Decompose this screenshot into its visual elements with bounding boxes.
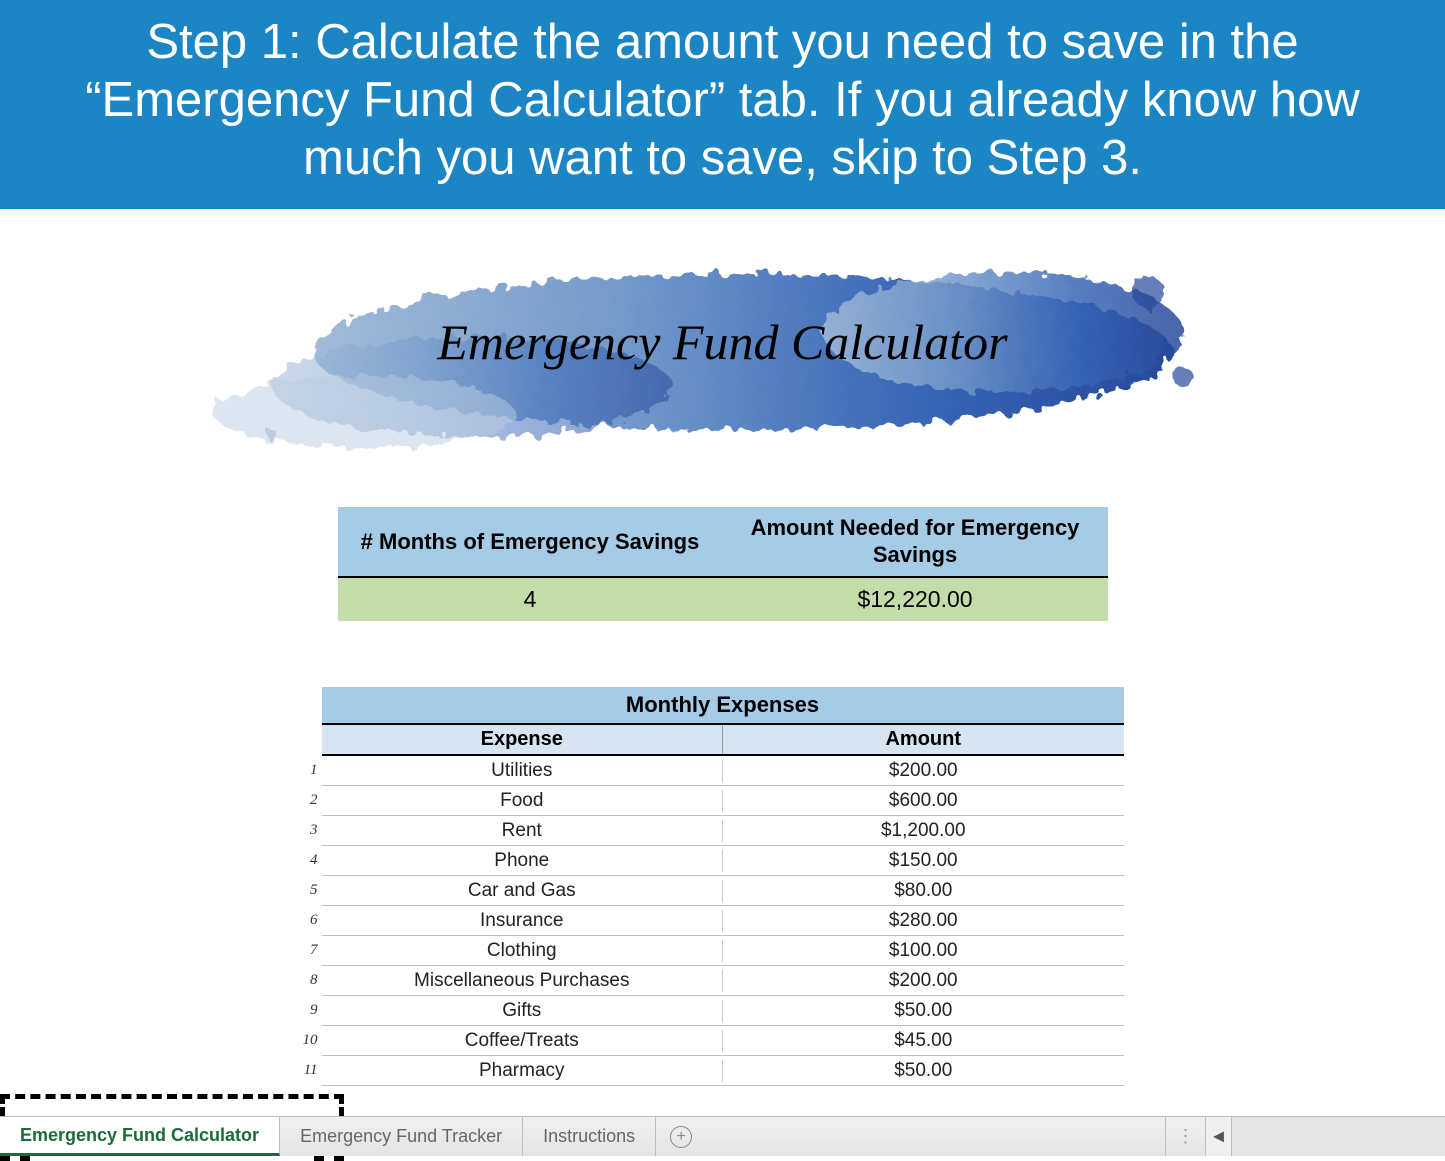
expense-name-cell[interactable]: Phone [322, 850, 724, 872]
row-number: 9 [290, 1002, 318, 1019]
expense-amount-cell[interactable]: $150.00 [723, 850, 1124, 872]
table-row[interactable]: 2Food$600.00 [322, 786, 1124, 816]
expense-amount-cell[interactable]: $600.00 [723, 790, 1124, 812]
table-row[interactable]: 9Gifts$50.00 [322, 996, 1124, 1026]
table-row[interactable]: 4Phone$150.00 [322, 846, 1124, 876]
scroll-track[interactable] [1232, 1117, 1445, 1156]
expenses-title: Monthly Expenses [322, 687, 1124, 725]
plus-icon: + [670, 1126, 692, 1148]
table-row[interactable]: 3Rent$1,200.00 [322, 816, 1124, 846]
table-row[interactable]: 7Clothing$100.00 [322, 936, 1124, 966]
expense-name-cell[interactable]: Miscellaneous Purchases [322, 970, 724, 992]
scroll-left-icon[interactable]: ◄ [1206, 1117, 1232, 1156]
summary-months-value[interactable]: 4 [338, 577, 723, 621]
expense-amount-cell[interactable]: $100.00 [723, 940, 1124, 962]
step-instruction-text: Step 1: Calculate the amount you need to… [85, 15, 1360, 185]
expenses-col-amount-header: Amount [723, 725, 1124, 754]
expense-name-cell[interactable]: Car and Gas [322, 880, 724, 902]
horizontal-scrollbar[interactable]: ◄ [1205, 1117, 1445, 1156]
summary-amount-value: $12,220.00 [723, 577, 1108, 621]
step-instruction-banner: Step 1: Calculate the amount you need to… [0, 0, 1445, 209]
monthly-expenses-table: Monthly Expenses Expense Amount 1Utiliti… [322, 687, 1124, 1086]
row-number: 3 [290, 822, 318, 839]
savings-summary-table: # Months of Emergency Savings Amount Nee… [338, 507, 1108, 621]
expense-name-cell[interactable]: Pharmacy [322, 1060, 724, 1082]
expenses-subheader: Expense Amount [322, 725, 1124, 756]
row-number: 11 [290, 1062, 318, 1079]
row-number: 6 [290, 912, 318, 929]
table-row[interactable]: 8Miscellaneous Purchases$200.00 [322, 966, 1124, 996]
row-number: 8 [290, 972, 318, 989]
row-number: 10 [290, 1032, 318, 1049]
row-number: 7 [290, 942, 318, 959]
expenses-col-expense-header: Expense [322, 725, 724, 754]
table-row[interactable]: 5Car and Gas$80.00 [322, 876, 1124, 906]
expense-amount-cell[interactable]: $50.00 [723, 1060, 1124, 1082]
table-row[interactable]: 1Utilities$200.00 [322, 756, 1124, 786]
sheet-tab-instructions[interactable]: Instructions [523, 1117, 656, 1156]
expense-name-cell[interactable]: Gifts [322, 1000, 724, 1022]
expense-name-cell[interactable]: Rent [322, 820, 724, 842]
summary-col-amount-header: Amount Needed for Emergency Savings [723, 507, 1108, 577]
sheet-tab-emergency-fund-calculator[interactable]: Emergency Fund Calculator [0, 1117, 280, 1156]
expense-name-cell[interactable]: Insurance [322, 910, 724, 932]
sheet-tab-bar: Emergency Fund CalculatorEmergency Fund … [0, 1116, 1445, 1156]
expense-amount-cell[interactable]: $80.00 [723, 880, 1124, 902]
brush-header: Emergency Fund Calculator [0, 237, 1445, 507]
expense-amount-cell[interactable]: $280.00 [723, 910, 1124, 932]
expense-amount-cell[interactable]: $50.00 [723, 1000, 1124, 1022]
row-number: 5 [290, 882, 318, 899]
row-number: 4 [290, 852, 318, 869]
table-row[interactable]: 10Coffee/Treats$45.00 [322, 1026, 1124, 1056]
sheet-tab-emergency-fund-tracker[interactable]: Emergency Fund Tracker [280, 1117, 523, 1156]
table-row[interactable]: 6Insurance$280.00 [322, 906, 1124, 936]
row-number: 1 [290, 762, 318, 779]
expense-amount-cell[interactable]: $1,200.00 [723, 820, 1124, 842]
tab-options-icon[interactable]: ⋮ [1165, 1117, 1205, 1156]
summary-col-months-header: # Months of Emergency Savings [338, 507, 723, 577]
expense-name-cell[interactable]: Utilities [322, 760, 724, 782]
add-sheet-button[interactable]: + [656, 1117, 706, 1156]
brush-title-text: Emergency Fund Calculator [437, 313, 1007, 371]
expense-name-cell[interactable]: Clothing [322, 940, 724, 962]
row-number: 2 [290, 792, 318, 809]
expense-amount-cell[interactable]: $45.00 [723, 1030, 1124, 1052]
expense-amount-cell[interactable]: $200.00 [723, 760, 1124, 782]
expense-name-cell[interactable]: Food [322, 790, 724, 812]
expense-name-cell[interactable]: Coffee/Treats [322, 1030, 724, 1052]
table-row[interactable]: 11Pharmacy$50.00 [322, 1056, 1124, 1086]
expense-amount-cell[interactable]: $200.00 [723, 970, 1124, 992]
